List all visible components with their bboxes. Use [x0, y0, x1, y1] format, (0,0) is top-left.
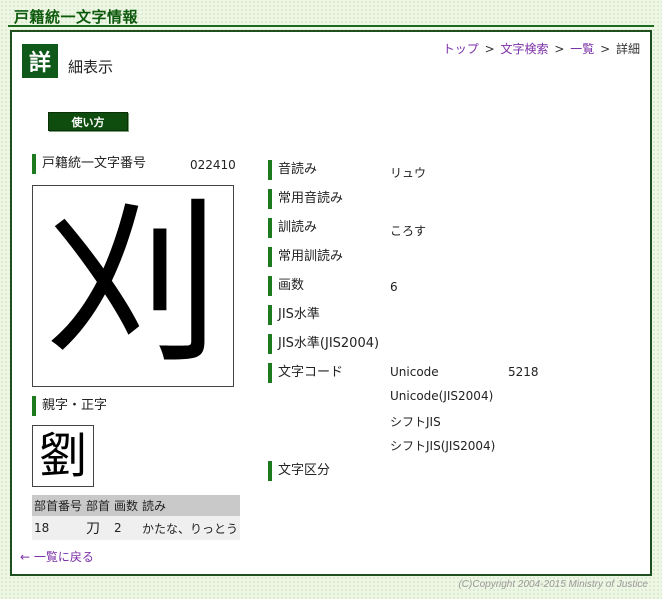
radical-table: 部首番号 部首 画数 読み 18 刀 2 かたな、りっとう: [32, 495, 241, 540]
breadcrumb-separator: >: [600, 42, 611, 56]
strokes-header: 画数: [112, 495, 141, 516]
glyph: 刈: [44, 185, 221, 387]
kun-yomi-label: 訓読み: [268, 218, 317, 238]
jis-level-label: JIS水準: [268, 305, 320, 325]
char-class-label: 文字区分: [268, 461, 330, 481]
joyo-on-label: 常用音読み: [268, 189, 343, 209]
radical-no-cell: 18: [32, 516, 85, 540]
radical-cell: 刀: [84, 516, 113, 540]
char-number-value: 022410: [190, 158, 236, 172]
breadcrumb-search-link[interactable]: 文字検索: [501, 42, 549, 56]
breadcrumb-top-link[interactable]: トップ: [443, 42, 479, 56]
char-number-label: 戸籍統一文字番号: [32, 154, 146, 174]
unicode-value: 5218: [508, 365, 539, 379]
breadcrumb: トップ > 文字検索 > 一覧 > 詳細: [443, 40, 640, 57]
reading-cell: かたな、りっとう: [140, 516, 241, 540]
shift-jis-label: シフトJIS: [390, 415, 441, 429]
breadcrumb-separator: >: [554, 42, 565, 56]
breadcrumb-separator: >: [484, 42, 495, 56]
char-code-label: 文字コード: [268, 363, 343, 383]
copyright: (C)Copyright 2004-2015 Ministry of Justi…: [458, 579, 648, 590]
stroke-count-label: 画数: [268, 276, 304, 296]
parent-glyph: 劉: [38, 428, 87, 484]
usage-button[interactable]: 使い方: [48, 112, 128, 131]
unicode-label: Unicode: [390, 365, 439, 379]
glyph-image: 刈: [32, 185, 234, 387]
parent-glyph-image[interactable]: 劉: [32, 425, 94, 487]
kun-yomi-value: ころす: [390, 224, 427, 238]
unicode-2004-label: Unicode(JIS2004): [390, 389, 494, 403]
joyo-kun-label: 常用訓読み: [268, 247, 343, 267]
page-heading: 細表示: [68, 58, 114, 76]
reading-header: 読み: [140, 495, 241, 516]
parent-char-label: 親字・正字: [32, 396, 107, 416]
title-divider: [8, 25, 654, 27]
on-yomi-value: リュウ: [390, 166, 427, 180]
jis-level-2004-label: JIS水準(JIS2004): [268, 334, 379, 354]
radical-no-header: 部首番号: [32, 495, 85, 516]
strokes-cell: 2: [112, 516, 141, 540]
site-title: 戸籍統一文字情報: [14, 8, 139, 26]
shift-jis-2004-label: シフトJIS(JIS2004): [390, 439, 496, 453]
detail-panel: 詳 細表示 トップ > 文字検索 > 一覧 > 詳細 使い方 戸籍統一文字番号 …: [10, 30, 652, 576]
radical-header: 部首: [84, 495, 113, 516]
on-yomi-label: 音読み: [268, 160, 317, 180]
breadcrumb-list-link[interactable]: 一覧: [570, 42, 594, 56]
breadcrumb-current: 詳細: [615, 42, 640, 56]
detail-badge: 詳: [22, 44, 58, 78]
stroke-count-value: 6: [390, 280, 398, 294]
back-to-list-link[interactable]: ← 一覧に戻る: [20, 548, 94, 565]
table-row: 18 刀 2 かたな、りっとう: [32, 516, 241, 540]
